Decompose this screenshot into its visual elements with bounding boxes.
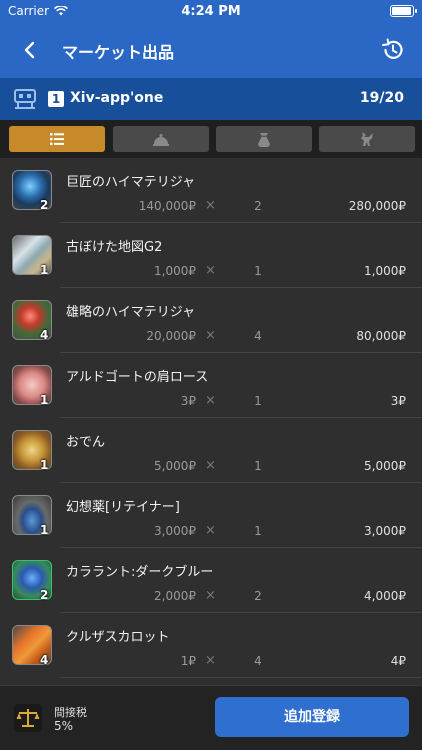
item-name: カララント:ダークブルー [66,565,214,580]
unit-price: 5,000₽ [154,459,196,473]
list-item[interactable]: 1 アルドゴートの肩ロース 3₽ × 1 3₽ [0,353,422,418]
footer-bar: 間接税 5% 追加登録 [0,685,422,750]
tax-label: 間接税 [54,706,87,719]
multiply-sign: × [205,653,216,668]
multiply-sign: × [205,328,216,343]
total-price: 3₽ [390,394,406,408]
list-item[interactable]: 4 雄略のハイマテリジャ 20,000₽ × 4 80,000₽ [0,288,422,353]
chocobo-icon [361,132,373,146]
total-price: 80,000₽ [356,329,406,343]
service-bell-icon [153,134,169,146]
unit-price: 140,000₽ [138,199,196,213]
item-quantity: 4 [254,654,262,668]
scales-icon [14,704,42,732]
item-qty-badge: 2 [40,588,49,602]
list-item[interactable]: 2 巨匠のハイマテリジャ 140,000₽ × 2 280,000₽ [0,158,422,223]
category-tabs [0,120,422,158]
item-name: 幻想薬[リテイナー] [66,500,180,515]
multiply-sign: × [205,523,216,538]
item-name: 古ぼけた地図G2 [66,240,163,255]
status-bar: Carrier 4:24 PM [0,0,422,24]
total-price: 5,000₽ [364,459,406,473]
tab-bell[interactable] [113,126,209,152]
retainer-bar: 1 Xiv-app'one 19/20 [0,78,422,120]
item-quantity: 1 [254,459,262,473]
item-name: 巨匠のハイマテリジャ [66,175,196,190]
retainer-icon [14,89,36,109]
unit-price: 2,000₽ [154,589,196,603]
nav-bar: マーケット出品 [0,24,422,78]
unit-price: 3,000₽ [154,524,196,538]
unit-price: 3₽ [180,394,196,408]
item-quantity: 1 [254,394,262,408]
unit-price: 1,000₽ [154,264,196,278]
retainer-name: Xiv-app'one [70,90,164,106]
item-quantity: 2 [254,199,262,213]
item-name: クルザスカロット [66,630,170,645]
unit-price: 1₽ [180,654,196,668]
item-quantity: 1 [254,524,262,538]
list-item[interactable]: 4 クルザスカロット 1₽ × 4 4₽ [0,613,422,678]
tab-list[interactable] [9,126,105,152]
total-price: 280,000₽ [348,199,406,213]
listing-list: 2 巨匠のハイマテリジャ 140,000₽ × 2 280,000₽ 1 古ぼけ… [0,158,422,685]
multiply-sign: × [205,263,216,278]
total-price: 4₽ [390,654,406,668]
item-qty-badge: 4 [40,328,49,342]
item-qty-badge: 1 [40,523,49,537]
list-icon [50,133,64,146]
multiply-sign: × [205,458,216,473]
tax-value: 5% [54,719,74,733]
multiply-sign: × [205,198,216,213]
item-name: アルドゴートの肩ロース [66,370,209,385]
listing-count: 19/20 [359,90,404,106]
back-chevron-icon[interactable] [18,38,42,62]
item-qty-badge: 2 [40,198,49,212]
add-listing-button[interactable]: 追加登録 [215,697,409,737]
tab-bag[interactable] [216,126,312,152]
item-quantity: 4 [254,329,262,343]
multiply-sign: × [205,393,216,408]
list-item[interactable]: 1 古ぼけた地図G2 1,000₽ × 1 1,000₽ [0,223,422,288]
item-qty-badge: 1 [40,263,49,277]
unit-price: 20,000₽ [146,329,196,343]
bag-icon [258,133,270,147]
retainer-number: 1 [48,91,64,107]
list-item[interactable]: 2 カララント:ダークブルー 2,000₽ × 2 4,000₽ [0,548,422,613]
tab-chocobo[interactable] [319,126,415,152]
item-qty-badge: 1 [40,393,49,407]
list-item[interactable]: 1 幻想薬[リテイナー] 3,000₽ × 1 3,000₽ [0,483,422,548]
item-qty-badge: 1 [40,458,49,472]
page-title: マーケット出品 [62,43,175,62]
list-item[interactable]: 1 おでん 5,000₽ × 1 5,000₽ [0,418,422,483]
total-price: 4,000₽ [364,589,406,603]
multiply-sign: × [205,588,216,603]
item-qty-badge: 4 [40,653,49,667]
total-price: 1,000₽ [364,264,406,278]
item-quantity: 1 [254,264,262,278]
clock: 4:24 PM [181,4,241,19]
total-price: 3,000₽ [364,524,406,538]
battery-icon [390,5,417,17]
history-icon[interactable] [380,37,406,63]
item-quantity: 2 [254,589,262,603]
item-name: おでん [66,435,106,450]
item-name: 雄略のハイマテリジャ [66,305,196,320]
